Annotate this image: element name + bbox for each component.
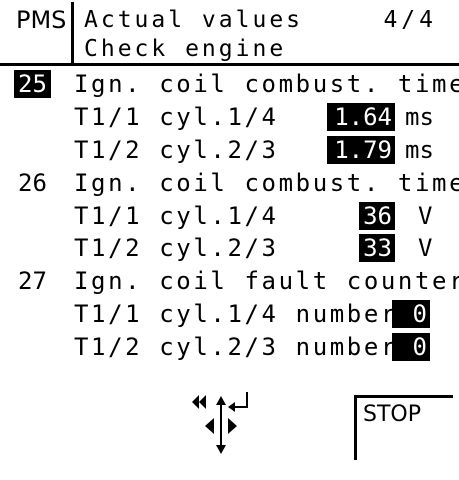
stop-button[interactable]: STOP — [354, 395, 453, 460]
row-label: T1/2 cyl.2/3 number — [74, 333, 398, 361]
value-field: 0 — [392, 333, 430, 361]
diagnostic-screen: PMS Actual values 4/4 Check engine 25 Ig… — [0, 0, 459, 480]
row-label: T1/1 cyl.1/4 number — [74, 300, 398, 328]
value-field: 0 — [392, 300, 430, 328]
unit-label: V — [418, 202, 433, 230]
row-label: T1/1 cyl.1/4 — [74, 202, 279, 230]
stop-label: STOP — [363, 402, 421, 427]
page-subtitle: Check engine — [84, 36, 287, 62]
value-field: 1.79 — [327, 136, 395, 164]
group-number-26[interactable]: 26 — [18, 169, 47, 197]
header-divider — [71, 2, 74, 64]
value-field: 33 — [359, 234, 395, 262]
navigation-arrows-icon[interactable] — [190, 388, 252, 458]
group-number-27[interactable]: 27 — [18, 267, 47, 295]
system-label: PMS — [16, 6, 67, 34]
group-number-25[interactable]: 25 — [14, 70, 51, 98]
unit-label: ms — [405, 103, 434, 131]
row-label: T1/2 cyl.2/3 — [74, 136, 279, 164]
value-field: 36 — [359, 202, 395, 230]
header-rule — [0, 63, 459, 66]
row-label: T1/1 cyl.1/4 — [74, 103, 279, 131]
value-field: 1.64 — [327, 103, 395, 131]
row-label: T1/2 cyl.2/3 — [74, 234, 279, 262]
group-label: Ign. coil combust. time — [74, 70, 459, 98]
unit-label: V — [418, 234, 433, 262]
unit-label: ms — [405, 136, 434, 164]
group-label: Ign. coil fault counter — [74, 267, 459, 295]
group-label: Ign. coil combust. time — [74, 169, 459, 197]
page-indicator: 4/4 — [383, 7, 437, 33]
page-title: Actual values — [84, 7, 304, 33]
